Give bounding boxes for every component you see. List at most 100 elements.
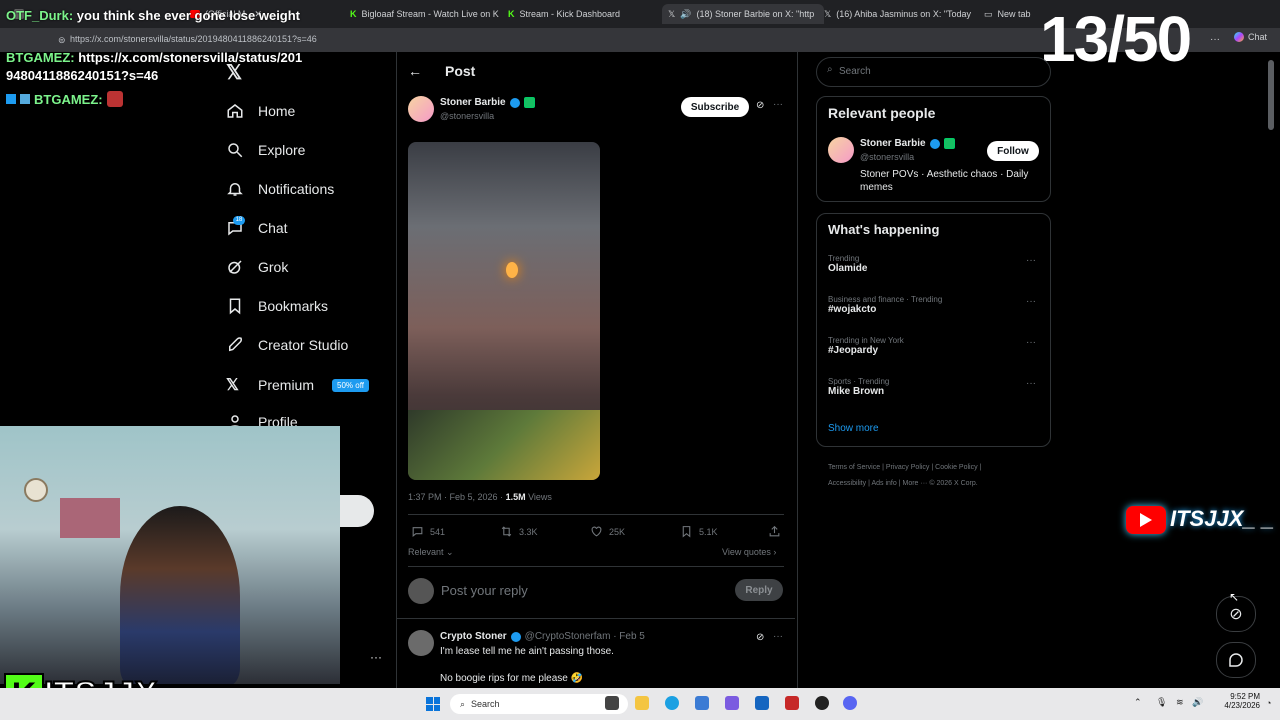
chat-username: BTGAMEZ:	[6, 50, 75, 65]
x-logo-icon[interactable]: 𝕏	[226, 60, 242, 85]
more-icon[interactable]: ···	[1026, 378, 1036, 389]
chrome-icon[interactable]	[815, 696, 829, 710]
messages-button[interactable]	[1216, 642, 1256, 678]
wifi-icon[interactable]: ≋	[1176, 697, 1184, 708]
overlay-chat-message-3: BTGAMEZ:	[6, 91, 123, 107]
edge-icon[interactable]	[665, 696, 679, 710]
trend-item[interactable]: Business and finance · Trending #wojakct…	[828, 295, 942, 315]
more-icon[interactable]: ···	[773, 631, 783, 642]
taskbar-search[interactable]: ⌕ Search	[450, 694, 628, 714]
wall-photo	[60, 498, 120, 538]
nav-label: Bookmarks	[258, 298, 329, 314]
browser-tab-4[interactable]: K Stream - Kick Dashboard ✕	[508, 4, 658, 24]
kick-favicon-icon: K	[350, 9, 357, 19]
avatar[interactable]	[828, 137, 854, 163]
footer-link[interactable]: Terms of Service	[828, 464, 880, 471]
windows-start-icon[interactable]	[426, 697, 440, 711]
site-info-icon[interactable]: ⊜	[58, 35, 66, 46]
nav-grok[interactable]: Grok	[226, 258, 288, 276]
timestamp-text: 1:37 PM · Feb 5, 2026 ·	[408, 492, 506, 502]
more-icon[interactable]: ···	[1026, 337, 1036, 348]
grok-icon[interactable]: ⊘	[756, 632, 764, 643]
avatar[interactable]	[408, 96, 434, 122]
repost-stat[interactable]: 3.3K	[500, 525, 538, 538]
chat-username: OTF_Durk:	[6, 8, 74, 23]
person-bio: Stoner POVs · Aesthetic chaos · Daily me…	[860, 169, 1029, 193]
footer-link[interactable]: Ads info	[871, 480, 896, 487]
address-url[interactable]: https://x.com/stonersvilla/status/201948…	[70, 34, 317, 44]
person-handle[interactable]: @stonersvilla	[860, 152, 914, 162]
overlay-chat-message-2: BTGAMEZ: https://x.com/stonersvilla/stat…	[6, 49, 306, 85]
grok-icon[interactable]: ⊘	[756, 100, 764, 111]
browser-tab-3[interactable]: K Bigloaaf Stream - Watch Live on K ✕	[350, 4, 500, 24]
bookmark-stat[interactable]: 5.1K	[680, 525, 718, 538]
reply-input[interactable]: Post your reply	[441, 583, 528, 598]
reply-text-line-1: I'm lease tell me he ain't passing those…	[440, 646, 614, 657]
app-icon[interactable]	[725, 696, 739, 710]
more-icon[interactable]: ···	[370, 650, 382, 664]
bookmark-count: 5.1K	[699, 526, 718, 537]
trend-item[interactable]: Sports · Trending Mike Brown	[828, 377, 889, 397]
system-clock[interactable]: 9:52 PM 4/23/2026	[1210, 692, 1260, 710]
scrollbar[interactable]	[1268, 60, 1274, 130]
discord-icon[interactable]	[843, 696, 857, 710]
relevant-people-title: Relevant people	[828, 105, 936, 121]
footer-link[interactable]: Cookie Policy	[935, 464, 977, 471]
more-icon[interactable]: ···	[1026, 296, 1036, 307]
person-name[interactable]: Stoner Barbie	[860, 138, 955, 149]
reply-button[interactable]: Reply	[735, 579, 783, 601]
view-quotes-link[interactable]: View quotes ›	[722, 547, 776, 557]
nav-creator-studio[interactable]: Creator Studio	[226, 336, 348, 354]
more-options-icon[interactable]: ···	[1210, 34, 1220, 45]
browser-tab-5[interactable]: 𝕏 🔊 (18) Stoner Barbie on X: "http ✕	[662, 4, 824, 24]
nav-premium[interactable]: 𝕏 Premium 50% off	[226, 375, 369, 395]
nav-bookmarks[interactable]: Bookmarks	[226, 297, 328, 315]
avatar[interactable]	[408, 630, 434, 656]
trend-topic: Olamide	[828, 263, 868, 274]
back-arrow-icon[interactable]: ←	[408, 63, 422, 79]
trend-item[interactable]: Trending in New York #Jeopardy	[828, 336, 904, 356]
app-icon[interactable]	[695, 696, 709, 710]
volume-icon[interactable]: 🔊	[1192, 697, 1203, 708]
trend-category: Trending in New York	[828, 336, 904, 345]
like-stat[interactable]: 25K	[590, 525, 625, 538]
person-name-text: Stoner Barbie	[860, 138, 926, 149]
chevron-right-icon: ›	[773, 547, 777, 557]
whats-happening-panel	[816, 213, 1051, 447]
footer-link[interactable]: More ···	[903, 480, 928, 487]
task-view-icon[interactable]	[605, 696, 619, 710]
trend-item[interactable]: Trending Olamide	[828, 254, 867, 274]
subscribe-button[interactable]: Subscribe	[681, 97, 749, 117]
footer-link[interactable]: Privacy Policy	[886, 464, 930, 471]
footer-links: Terms of Service | Privacy Policy | Cook…	[828, 464, 982, 487]
reply-count: 541	[430, 526, 446, 537]
author-handle[interactable]: @stonersvilla	[440, 111, 494, 121]
browser-tab-6[interactable]: 𝕏 (16) Ahiba Jasminus on X: "Today ✕	[824, 4, 974, 24]
nav-home[interactable]: Home	[226, 102, 295, 120]
post-video[interactable]	[408, 142, 600, 480]
post-author[interactable]: Stoner Barbie	[440, 97, 535, 108]
verified-badge-icon	[509, 97, 520, 108]
reply-stat[interactable]: 541	[411, 525, 445, 538]
store-icon[interactable]	[755, 696, 769, 710]
search-input[interactable]: ⌕ Search	[816, 57, 1051, 87]
notification-icon[interactable]: ◔	[1266, 698, 1271, 708]
browser-chat-button[interactable]: Chat	[1234, 32, 1267, 42]
share-button[interactable]	[768, 525, 781, 538]
reply-author[interactable]: Crypto Stoner @CryptoStonerfam · Feb 5	[440, 631, 645, 642]
nav-notifications[interactable]: Notifications	[226, 180, 334, 198]
more-icon[interactable]: ···	[773, 99, 783, 110]
chevron-up-icon[interactable]: ⌃	[1134, 697, 1142, 708]
app-icon[interactable]	[785, 696, 799, 710]
nav-explore[interactable]: Explore	[226, 141, 305, 159]
file-explorer-icon[interactable]	[635, 696, 649, 710]
verified-badge-icon	[510, 631, 521, 642]
microphone-icon[interactable]: 🎙	[1156, 697, 1167, 708]
more-icon[interactable]: ···	[1026, 255, 1036, 266]
chat-text: you think she ever gone lose weight	[76, 8, 301, 23]
follow-button[interactable]: Follow	[987, 141, 1039, 161]
tab-label: (16) Ahiba Jasminus on X: "Today	[836, 9, 972, 19]
show-more-link[interactable]: Show more	[828, 423, 879, 434]
footer-link[interactable]: Accessibility	[828, 480, 866, 487]
sort-dropdown[interactable]: Relevant ⌄	[408, 547, 454, 558]
